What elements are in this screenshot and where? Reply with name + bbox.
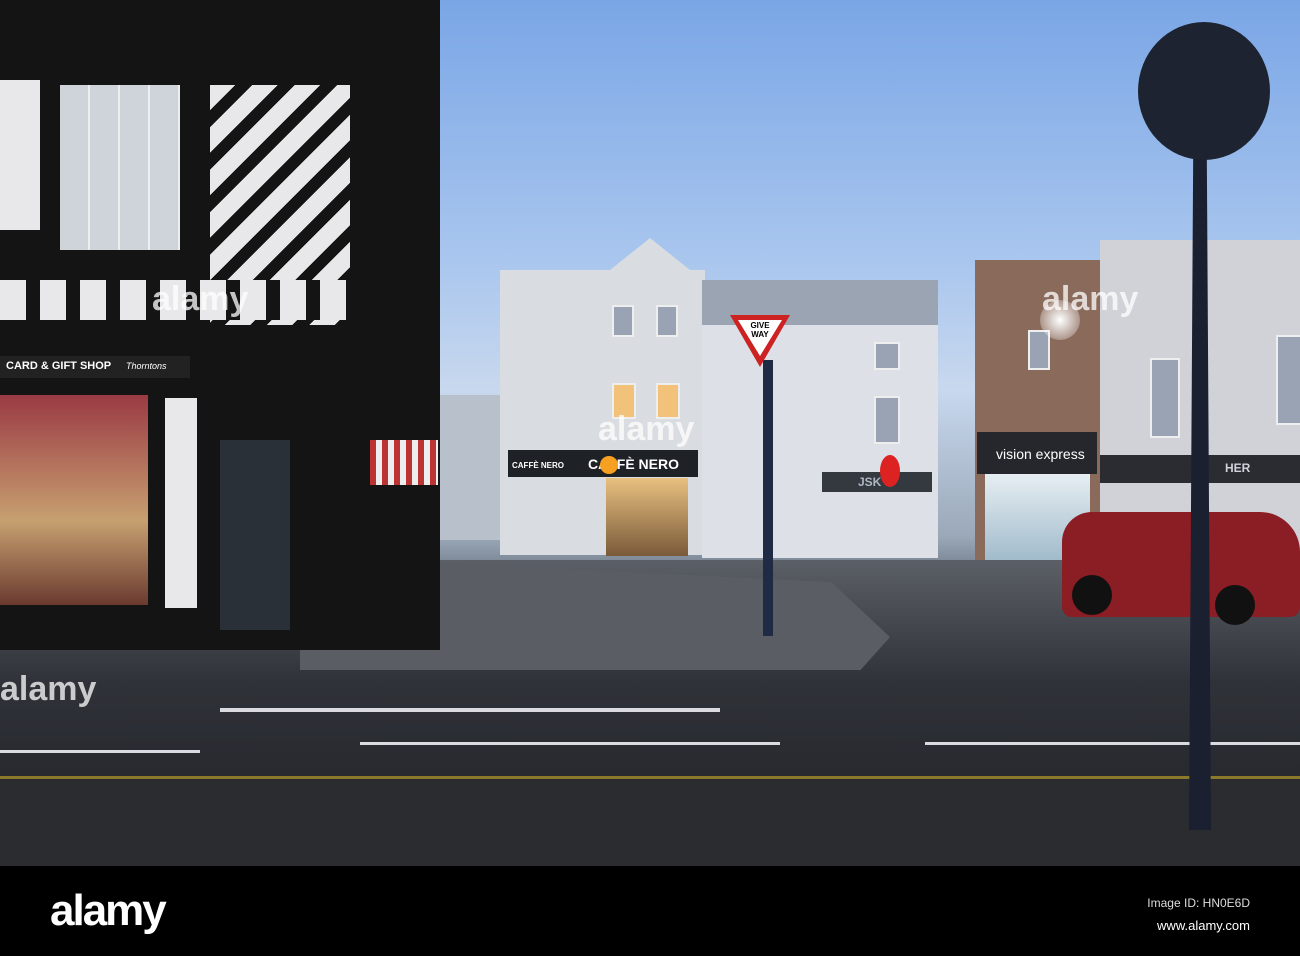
building-gable xyxy=(600,238,700,278)
shop-window-display xyxy=(0,395,148,605)
road-marking xyxy=(220,708,720,712)
road-marking xyxy=(0,750,200,753)
car-wheel xyxy=(1215,585,1255,625)
watermark: alamy xyxy=(152,280,249,318)
pavement xyxy=(0,780,1300,866)
jsk-sign: JSK xyxy=(858,475,882,489)
belisha-beacon xyxy=(600,456,618,474)
cafe-side-sign: CAFFÈ NERO xyxy=(512,461,564,470)
watermark: alamy xyxy=(1042,280,1139,318)
building-middle xyxy=(702,300,938,558)
thorntons-sign: Thorntons xyxy=(126,361,167,371)
her-sign: HER xyxy=(1225,461,1251,475)
alamy-url: www.alamy.com xyxy=(1157,918,1250,933)
window xyxy=(874,396,900,444)
car-wheel xyxy=(1072,575,1112,615)
give-way-text: GIVE WAY xyxy=(750,321,770,339)
awning xyxy=(370,440,438,485)
image-id: Image ID: HN0E6D xyxy=(1147,896,1250,910)
cafe-window xyxy=(606,478,688,556)
no-entry-sign xyxy=(880,455,900,487)
road-marking xyxy=(925,742,1300,745)
tudor-panel xyxy=(0,80,40,230)
vision-express-sign: vision express xyxy=(996,446,1085,462)
window xyxy=(612,305,634,337)
sign-pole xyxy=(763,360,773,636)
street-photo: CAFFÈ NERO CAFFÈ NERO JSK vision express… xyxy=(0,0,1300,866)
card-gift-shop-sign: CARD & GIFT SHOP xyxy=(6,360,112,372)
footer-bar: alamy Image ID: HN0E6D www.alamy.com xyxy=(0,866,1300,956)
round-sign-back xyxy=(1138,22,1270,160)
white-pillar xyxy=(165,398,197,608)
alamy-logo: alamy xyxy=(50,886,167,935)
watermark: alamy xyxy=(598,410,695,448)
shop-door xyxy=(220,440,290,630)
window xyxy=(1150,358,1180,438)
window xyxy=(1028,330,1050,370)
window xyxy=(1276,335,1300,425)
road-marking xyxy=(360,742,780,745)
watermark: alamy xyxy=(0,670,97,708)
window xyxy=(656,305,678,337)
tudor-window xyxy=(60,85,180,250)
window xyxy=(874,342,900,370)
yellow-line xyxy=(0,776,1300,779)
